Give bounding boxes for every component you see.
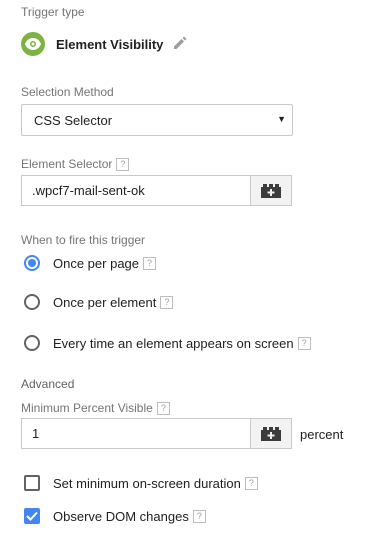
min-percent-label: Minimum Percent Visible? [21, 401, 170, 416]
radio-once-per-page[interactable]: Once per page ? [24, 255, 157, 271]
fire-label: When to fire this trigger [21, 233, 146, 247]
element-selector-label-text: Element Selector [21, 157, 113, 171]
checkbox[interactable] [24, 475, 40, 491]
radio-button[interactable] [24, 255, 40, 271]
selection-method-value: CSS Selector [34, 113, 113, 128]
help-icon[interactable]: ? [244, 476, 258, 490]
eye-icon [21, 32, 45, 56]
insert-variable-button[interactable] [250, 418, 292, 449]
help-icon[interactable]: ? [160, 295, 174, 309]
radio-once-per-element[interactable]: Once per element ? [24, 294, 174, 310]
selection-method-select[interactable]: CSS Selector ▼ [21, 104, 293, 136]
element-selector-input[interactable]: .wpcf7-mail-sent-ok [21, 175, 250, 206]
trigger-type-label: Trigger type [21, 5, 85, 19]
radio-button[interactable] [24, 294, 40, 310]
checkbox-observe-dom[interactable]: Observe DOM changes ? [24, 508, 206, 524]
min-percent-label-text: Minimum Percent Visible [21, 401, 153, 415]
trigger-type-name: Element Visibility [56, 37, 164, 52]
help-icon[interactable]: ? [156, 402, 170, 416]
min-percent-input[interactable]: 1 [21, 418, 250, 449]
percent-unit-label: percent [300, 427, 344, 442]
checkmark-icon [26, 511, 38, 521]
help-icon[interactable]: ? [192, 509, 206, 523]
pencil-icon[interactable] [173, 36, 187, 50]
checkbox[interactable] [24, 508, 40, 524]
radio-label: Once per element [53, 294, 157, 310]
advanced-heading: Advanced [21, 377, 75, 391]
lego-block-icon [261, 426, 281, 441]
selection-method-label: Selection Method [21, 85, 114, 99]
radio-every-time[interactable]: Every time an element appears on screen … [24, 335, 311, 351]
chevron-down-icon: ▼ [277, 114, 286, 124]
radio-label: Once per page [53, 255, 140, 271]
lego-block-icon [261, 183, 281, 198]
help-icon[interactable]: ? [143, 256, 157, 270]
help-icon[interactable]: ? [297, 336, 311, 350]
element-selector-value: .wpcf7-mail-sent-ok [32, 183, 145, 198]
checkbox-min-duration[interactable]: Set minimum on-screen duration ? [24, 475, 258, 491]
element-selector-label: Element Selector? [21, 157, 130, 172]
min-percent-value: 1 [32, 426, 40, 441]
checkbox-label: Set minimum on-screen duration [53, 475, 241, 491]
checkbox-label: Observe DOM changes [53, 508, 189, 524]
radio-label: Every time an element appears on screen [53, 335, 294, 351]
insert-variable-button[interactable] [250, 175, 292, 206]
help-icon[interactable]: ? [116, 158, 130, 172]
radio-button[interactable] [24, 335, 40, 351]
